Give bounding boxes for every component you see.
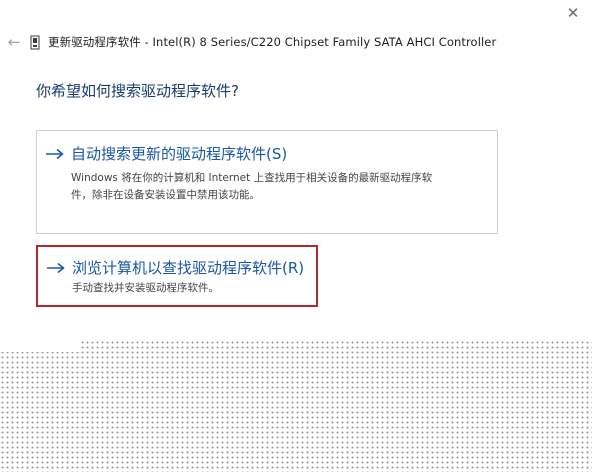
dotted-background: [0, 340, 592, 472]
right-arrow-icon: [46, 262, 70, 274]
close-icon: ✕: [566, 4, 580, 22]
right-arrow-icon: [45, 148, 69, 160]
browse-computer-option[interactable]: 浏览计算机以查找驱动程序软件(R) 手动查找并安装驱动程序软件。: [36, 245, 318, 307]
back-arrow-icon: ←: [7, 33, 21, 51]
option-description-line: Windows 将在你的计算机和 Internet 上查找用于相关设备的最新驱动…: [71, 172, 433, 184]
back-button[interactable]: ←: [0, 30, 28, 54]
title-bar: ← 更新驱动程序软件 - Intel(R) 8 Series/C220 Chip…: [0, 30, 496, 54]
close-button[interactable]: ✕: [558, 0, 588, 26]
update-driver-dialog: ✕ ← 更新驱动程序软件 - Intel(R) 8 Series/C220 Ch…: [0, 0, 592, 472]
window-title: 更新驱动程序软件 - Intel(R) 8 Series/C220 Chipse…: [48, 35, 497, 49]
page-title: 你希望如何搜索驱动程序软件?: [36, 82, 239, 100]
option-heading: 自动搜索更新的驱动程序软件(S): [45, 143, 487, 164]
dotted-background-gap: [0, 340, 80, 352]
option-heading: 浏览计算机以查找驱动程序软件(R): [46, 257, 306, 278]
option-description: Windows 将在你的计算机和 Internet 上查找用于相关设备的最新驱动…: [71, 170, 487, 204]
search-automatically-option[interactable]: 自动搜索更新的驱动程序软件(S) Windows 将在你的计算机和 Intern…: [36, 130, 498, 234]
option-title: 自动搜索更新的驱动程序软件(S): [71, 145, 288, 163]
option-title: 浏览计算机以查找驱动程序软件(R): [72, 259, 305, 277]
option-description-line: 手动查找并安装驱动程序软件。: [72, 282, 219, 294]
option-description-line: 件，除非在设备安装设置中禁用该功能。: [71, 189, 260, 201]
option-description: 手动查找并安装驱动程序软件。: [72, 280, 306, 297]
device-icon: [30, 30, 48, 54]
